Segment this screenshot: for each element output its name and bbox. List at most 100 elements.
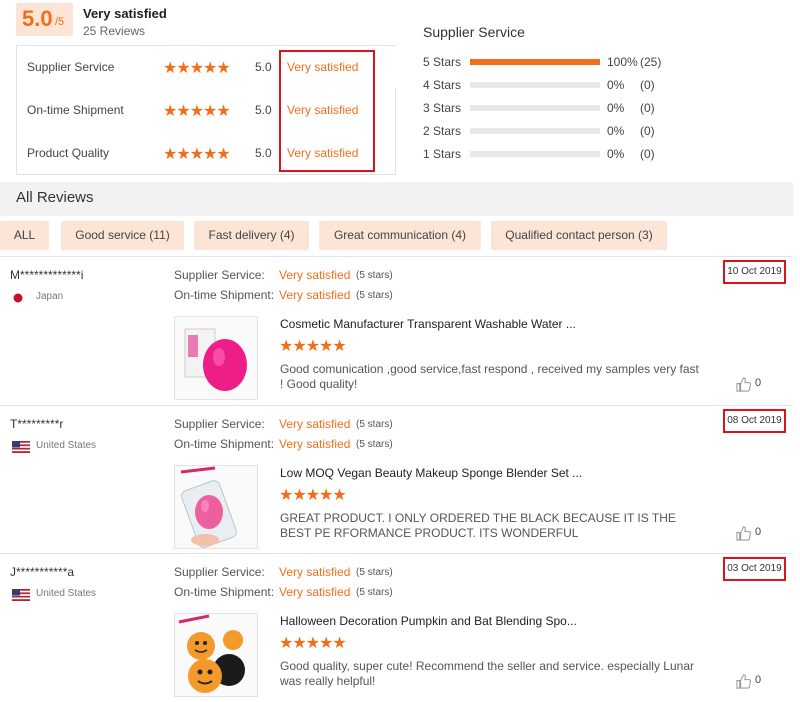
rating-label: Supplier Service: (174, 417, 265, 431)
filter-tag-all[interactable]: ALL (0, 221, 49, 250)
distribution-bar (470, 82, 600, 88)
distribution-percent: 0% (607, 147, 625, 161)
distribution-count: (0) (640, 147, 655, 161)
star-level-label: 3 Stars (423, 101, 462, 115)
us-flag-icon (12, 589, 30, 601)
us-flag-icon (12, 441, 30, 453)
distribution-row: 5 Stars 100% (25) (423, 55, 783, 69)
reviewer-name: J***********a (10, 565, 75, 579)
rating-value: Very satisfied (279, 268, 351, 282)
all-reviews-header (0, 182, 793, 216)
review-text: GREAT PRODUCT. I ONLY ORDERED THE BLACK … (280, 511, 676, 540)
product-name-link[interactable]: Cosmetic Manufacturer Transparent Washab… (280, 317, 576, 331)
distribution-count: (0) (640, 101, 655, 115)
rating-value: Very satisfied (279, 288, 351, 302)
rating-value: Very satisfied (279, 437, 351, 451)
review-count: 25 Reviews (83, 24, 146, 38)
review-item: T*********r United States Supplier Servi… (0, 405, 793, 553)
review-text: Good comunication ,good service,fast res… (280, 362, 699, 391)
reviewer-country: Japan (36, 291, 64, 302)
distribution-percent: 0% (607, 78, 625, 92)
star-level-label: 1 Stars (423, 147, 462, 161)
like-count: 0 (755, 377, 762, 389)
filter-tag-fast-delivery[interactable]: Fast delivery (4) (194, 221, 309, 250)
filter-tag-good-service[interactable]: Good service (11) (61, 221, 184, 250)
rating-label: Supplier Service: (174, 565, 265, 579)
distribution-bar (470, 105, 600, 111)
summary-row-score: 5.0 (255, 60, 272, 74)
distribution-row: 4 Stars 0% (0) (423, 78, 783, 92)
distribution-bar (470, 59, 600, 65)
thumbs-up-icon[interactable] (736, 674, 751, 689)
review-text: Good quality, super cute! Recommend the … (280, 659, 694, 688)
distribution-percent: 100% (607, 55, 638, 69)
star-rating-icon: ★★★★★ (163, 60, 231, 77)
summary-row-label: On-time Shipment (27, 103, 124, 117)
distribution-row: 3 Stars 0% (0) (423, 101, 783, 115)
rating-label: On-time Shipment: (174, 288, 275, 302)
thumbs-up-icon[interactable] (736, 526, 751, 541)
product-thumbnail[interactable] (174, 613, 258, 697)
status-highlight-box (279, 50, 375, 172)
pumpkin-sponge-product-image (175, 614, 257, 696)
star-level-label: 4 Stars (423, 78, 462, 92)
distribution-percent: 0% (607, 124, 625, 138)
star-rating-icon: ★★★★★ (279, 487, 347, 504)
product-thumbnail[interactable] (174, 465, 258, 549)
distribution-title: Supplier Service (423, 24, 525, 40)
rating-stars-text: (5 stars) (356, 587, 393, 598)
star-level-label: 2 Stars (423, 124, 462, 138)
distribution-bar (470, 151, 600, 157)
rating-stars-text: (5 stars) (356, 567, 393, 578)
japan-flag-icon (13, 293, 23, 303)
product-name-link[interactable]: Low MOQ Vegan Beauty Makeup Sponge Blend… (280, 466, 582, 480)
distribution-bar (470, 128, 600, 134)
sponge-product-image (175, 317, 257, 399)
rating-label: On-time Shipment: (174, 585, 275, 599)
distribution-row: 1 Stars 0% (0) (423, 147, 783, 161)
product-name-link[interactable]: Halloween Decoration Pumpkin and Bat Ble… (280, 614, 577, 628)
review-date: 08 Oct 2019 (723, 409, 786, 433)
distribution-count: (0) (640, 78, 655, 92)
filter-tag-great-communication[interactable]: Great communication (4) (319, 221, 481, 250)
reviewer-country: United States (36, 440, 97, 451)
summary-row-score: 5.0 (255, 146, 272, 160)
distribution-count: (25) (640, 55, 662, 69)
reviewer-country: United States (36, 588, 97, 599)
rating-stars-text: (5 stars) (356, 290, 393, 301)
all-reviews-title: All Reviews (16, 189, 94, 206)
distribution-bar-fill (470, 59, 600, 65)
product-thumbnail[interactable] (174, 316, 258, 400)
reviewer-name: M*************i (10, 268, 84, 282)
star-rating-icon: ★★★★★ (163, 103, 231, 120)
like-count: 0 (755, 526, 762, 538)
overall-rating-label: Very satisfied (83, 6, 167, 21)
rating-value: Very satisfied (279, 417, 351, 431)
summary-row-score: 5.0 (255, 103, 272, 117)
rating-label: Supplier Service: (174, 268, 265, 282)
distribution-percent: 0% (607, 101, 625, 115)
rating-value: Very satisfied (279, 565, 351, 579)
star-rating-icon: ★★★★★ (279, 635, 347, 652)
rating-label: On-time Shipment: (174, 437, 275, 451)
rating-stars-text: (5 stars) (356, 439, 393, 450)
rating-stars-text: (5 stars) (356, 419, 393, 430)
overall-score: 5.0 (22, 6, 53, 31)
review-item: J***********a United States Supplier Ser… (0, 553, 793, 701)
reviewer-name: T*********r (10, 417, 64, 431)
score-max: /5 (55, 16, 65, 28)
review-date: 03 Oct 2019 (723, 557, 786, 581)
sponge-set-product-image (175, 466, 257, 548)
review-date: 10 Oct 2019 (723, 260, 786, 284)
thumbs-up-icon[interactable] (736, 377, 751, 392)
star-rating-icon: ★★★★★ (163, 146, 231, 163)
rating-value: Very satisfied (279, 585, 351, 599)
like-count: 0 (755, 674, 762, 686)
summary-row-label: Product Quality (27, 146, 110, 160)
star-rating-icon: ★★★★★ (279, 338, 347, 355)
distribution-count: (0) (640, 124, 655, 138)
distribution-row: 2 Stars 0% (0) (423, 124, 783, 138)
review-item: M*************i Japan Supplier Service: … (0, 256, 793, 404)
filter-tag-qualified-contact[interactable]: Qualified contact person (3) (491, 221, 667, 250)
summary-row-label: Supplier Service (27, 60, 115, 74)
